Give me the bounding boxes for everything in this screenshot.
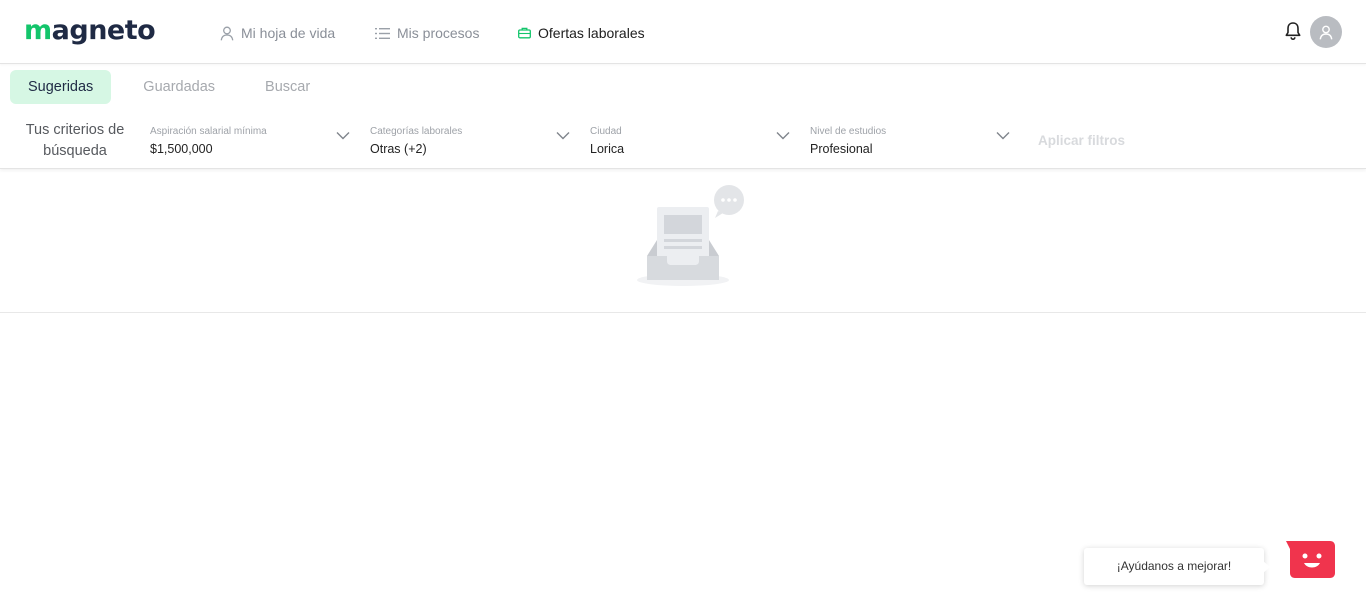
top-navigation: magneto Mi hoja de vida Mis procesos Ofe… — [0, 0, 1366, 64]
criteria-heading: Tus criterios de búsqueda — [25, 122, 125, 159]
apply-filters-button[interactable]: Aplicar filtros — [1038, 133, 1125, 148]
nav-my-processes-label: Mis procesos — [397, 25, 480, 41]
nav-my-processes[interactable]: Mis procesos — [375, 22, 479, 44]
avatar-icon — [1319, 25, 1333, 39]
offers-tabs: Sugeridas Guardadas Buscar — [10, 70, 328, 104]
chevron-down-icon — [556, 132, 570, 140]
city-filter-value: Lorica — [590, 142, 625, 156]
magneto-logo[interactable]: magneto — [24, 14, 156, 48]
categories-filter-dropdown[interactable]: Categorías laborales Otras (+2) — [370, 125, 570, 157]
chevron-down-icon — [776, 132, 790, 140]
empty-inbox-icon — [637, 185, 744, 286]
briefcase-icon — [518, 27, 531, 39]
nav-job-offers-label: Ofertas laborales — [538, 25, 645, 41]
smiley-icon[interactable] — [1284, 541, 1335, 579]
city-filter-dropdown[interactable]: Ciudad Lorica — [590, 125, 790, 157]
bell-icon[interactable] — [1284, 21, 1302, 41]
feedback-bubble[interactable]: ¡Ayúdanos a mejorar! — [1084, 548, 1270, 585]
tab-suggested[interactable]: Sugeridas — [10, 70, 112, 104]
chevron-down-icon — [336, 132, 350, 140]
categories-filter-label: Categorías laborales — [370, 126, 463, 137]
salary-filter-value: $1,500,000 — [150, 142, 213, 156]
avatar[interactable] — [1310, 16, 1342, 48]
categories-filter-value: Otras (+2) — [370, 142, 427, 156]
nav-my-resume[interactable]: Mi hoja de vida — [220, 22, 335, 44]
user-icon — [220, 26, 234, 40]
empty-results-area — [0, 169, 1366, 313]
education-filter-value: Profesional — [810, 142, 873, 156]
education-filter-label: Nivel de estudios — [810, 126, 887, 137]
salary-filter-dropdown[interactable]: Aspiración salarial mínima $1,500,000 — [150, 125, 350, 157]
tab-search[interactable]: Buscar — [247, 70, 328, 104]
tab-saved[interactable]: Guardadas — [125, 70, 233, 104]
list-icon — [375, 27, 390, 39]
search-criteria-bar: Tus criterios de búsqueda Aspiración sal… — [0, 112, 1366, 169]
salary-filter-label: Aspiración salarial mínima — [150, 126, 267, 137]
nav-my-resume-label: Mi hoja de vida — [241, 25, 336, 41]
city-filter-label: Ciudad — [590, 126, 622, 137]
nav-job-offers[interactable]: Ofertas laborales — [518, 22, 645, 44]
chevron-down-icon — [996, 132, 1010, 140]
education-filter-dropdown[interactable]: Nivel de estudios Profesional — [810, 125, 1010, 157]
